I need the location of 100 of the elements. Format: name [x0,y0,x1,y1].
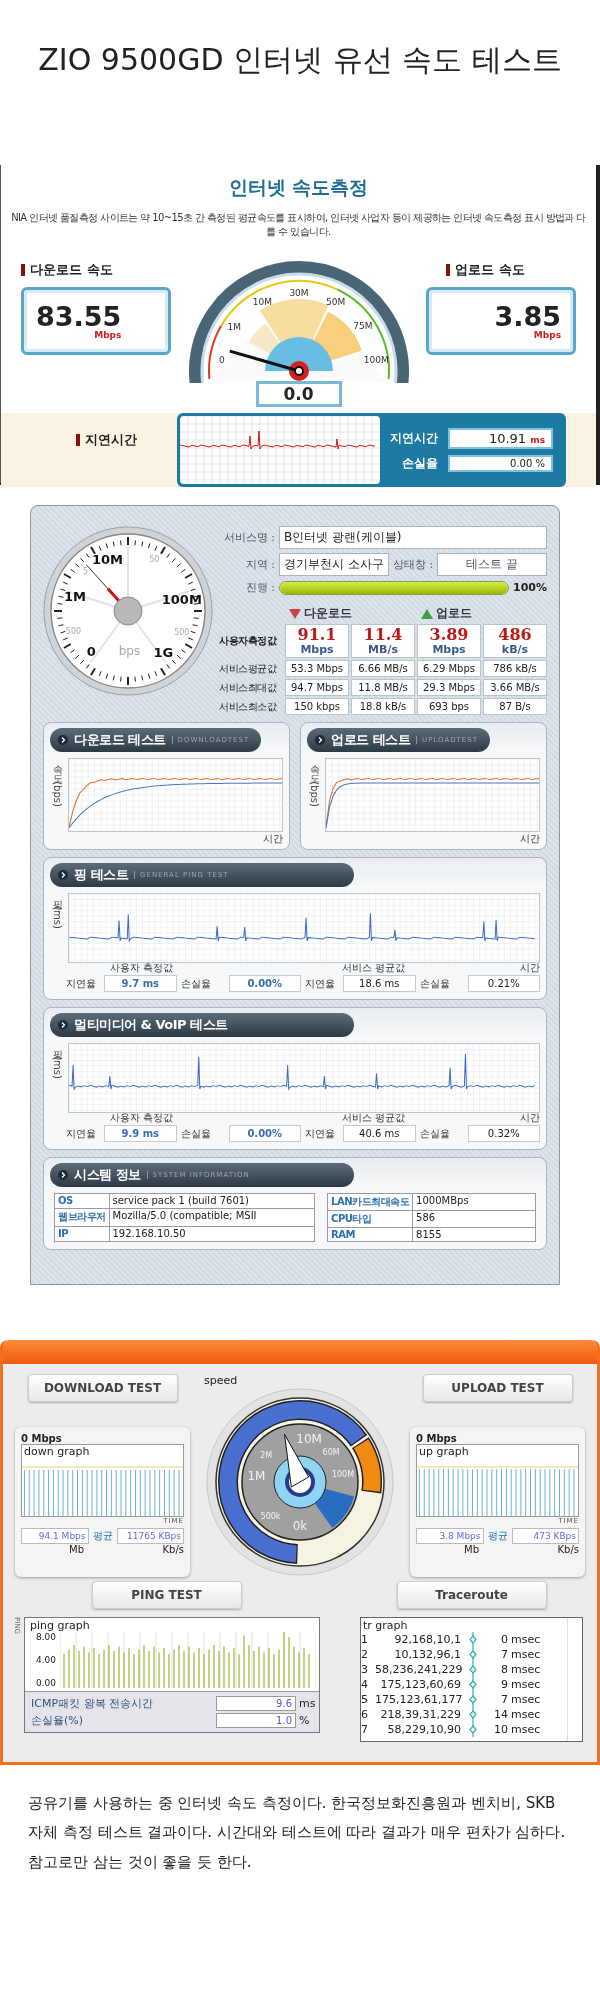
row-label: 서비스평균값 [219,661,278,676]
unit-label: msec [511,1678,542,1691]
stat-value: 40.6 ms [343,1125,416,1143]
gauge-tick-label: 60M [322,1447,340,1457]
stat-value: 0.32% [467,1125,540,1143]
service-field: B인터넷 광랜(케이블) [279,526,547,549]
hop-address: 218,39,31,229 [379,1708,461,1721]
description-paragraph: 공유기를 사용하는 중 인터넷 속도 측정이다. 한국정보화진흥원과 벤치비, SKB 자체 측정 테스트 결과이다. 시간대와 테스트에 따라 결과가 매우 편차가 심하다. 참고로만 삼는 것이 좋을 듯 한다. [27,1793,567,1873]
stat-label: 지연시간 [390,430,438,447]
value-box: 11765 KBps [116,1527,184,1544]
gauge-tick-label: 100M [363,355,389,366]
table-cell: 웹브라우저 [55,1209,110,1228]
stat-label: 지연율 [305,976,336,991]
unit-label: msec [511,1693,542,1706]
gauge-tick-label: 75M [352,321,372,332]
hop-number: 1 [361,1633,369,1646]
axis-label: 핑 (ms) [51,893,64,932]
down-triangle-icon [289,608,301,619]
stat-value: 0.21% [467,975,540,993]
axis-label: 시간 [520,832,540,847]
value-text: 10.91 [488,431,527,446]
row-label: 사용자측정값 [219,634,278,649]
field-label: 서비스명 : [222,530,275,545]
hop-time: 14 [493,1708,509,1721]
gauge-tick-label: 500k [260,1511,281,1521]
unit-label: ms [299,1697,313,1710]
value-box: 473 KBps [511,1527,579,1544]
page-title: ZIO 9500GD 인터넷 유선 속도 테스트 [37,41,563,79]
speed-value: 3.85 [494,302,561,330]
table-cell: 150 kbps [285,698,349,716]
speed-value: 91.1 [297,627,337,644]
gauge-tick-label: 500 [174,628,190,638]
graph-label: tr graph [362,1619,409,1632]
tab-button[interactable]: Traceroute [396,1581,547,1609]
stat-label: 손실율 [419,976,451,991]
table-cell: 693 bps [417,698,481,716]
field-label: 상태창 : [392,557,434,572]
speed-value: 3.89 [429,627,469,644]
status-field: 테스트 끝 [437,553,547,576]
rate-label: 0 Mbps [416,1432,458,1444]
average-label: 평균 [92,1528,113,1543]
gauge-tick-label: 50 [149,555,160,564]
gauge-tick-label: 10M [296,1431,322,1446]
loss-value: 0.00 % [448,455,553,472]
graph-bar [529,1467,532,1516]
axis-label: 시간 [520,1111,540,1126]
chevron-icon [315,735,325,746]
graph-bar [134,1468,137,1516]
table-cell: 6.29 Mbps [417,660,481,678]
speed-value: 83.55 [36,302,122,330]
hop-address: 58,236,241,229 [375,1663,461,1676]
unit-label: msec [511,1723,542,1736]
graph-label: down graph [23,1444,91,1458]
section-label: 지연시간 [85,431,137,449]
unit-label: kB/s [501,643,529,656]
table-cell: 3.66 MB/s [483,679,547,697]
stat-label: ICMP패킷 왕복 전송시간 [31,1696,155,1711]
unit-label: ms [530,435,545,445]
row-label: 서비스최대값 [219,680,278,695]
speed-label: 다운로드 속도 [30,261,113,279]
unit-label: % [299,1714,311,1727]
stat-label: 지연율 [66,1126,97,1141]
field-label: 지역 : [244,557,275,572]
section-title: 업로드 테스트 [331,731,411,750]
unit-label: Mbps [94,329,122,340]
gauge-tick-label: 50M [325,297,345,308]
gauge-tick-label: 100M [331,1469,355,1479]
hop-address: 10,132,96,1 [393,1648,461,1661]
stat-value: 0.00% [228,975,301,993]
hop-number: 6 [361,1708,369,1721]
stat-label: 지연율 [305,1126,336,1141]
gauge-label: speed [204,1374,238,1387]
gauge-tick-label: 0 [86,644,96,660]
graph-label: ping graph [29,1619,91,1632]
tab-button[interactable]: UPLOAD TEST [422,1374,573,1402]
gauge-tick-label: 0k [292,1519,308,1533]
gauge-tick-label: 30M [288,288,309,298]
axis-tick-label: 0.00 [34,1678,56,1688]
tab-button[interactable]: PING TEST [91,1581,242,1609]
unit-label: Kb/s [162,1543,184,1555]
unit-label: MB/s [368,643,398,656]
gauge-tick-label: 1G [153,645,174,661]
hop-time: 7 [500,1648,509,1661]
group-label: 사용자 측정값 [110,1112,174,1124]
group-label: 사용자 측정값 [110,962,174,974]
hop-number: 7 [361,1723,369,1736]
hop-number: 2 [361,1648,369,1661]
hop-number: 5 [361,1693,369,1706]
stat-value: 0.00% [228,1125,301,1143]
marker-icon [21,264,25,276]
table-cell: 8155 [413,1228,536,1243]
table-cell: 586 [413,1211,536,1229]
column-header: 업로드 [436,605,472,622]
unit-label: Mb [464,1543,479,1555]
gauge-tick-label: 1M [63,589,86,605]
gauge-tick-label: 1M [247,1468,266,1483]
speed-label: 업로드 속도 [455,261,525,279]
tab-button[interactable]: DOWNLOAD TEST [27,1374,178,1402]
unit-label: msec [511,1648,542,1661]
table-cell: Mozilla/5.0 (compatible; MSII [109,1209,316,1228]
